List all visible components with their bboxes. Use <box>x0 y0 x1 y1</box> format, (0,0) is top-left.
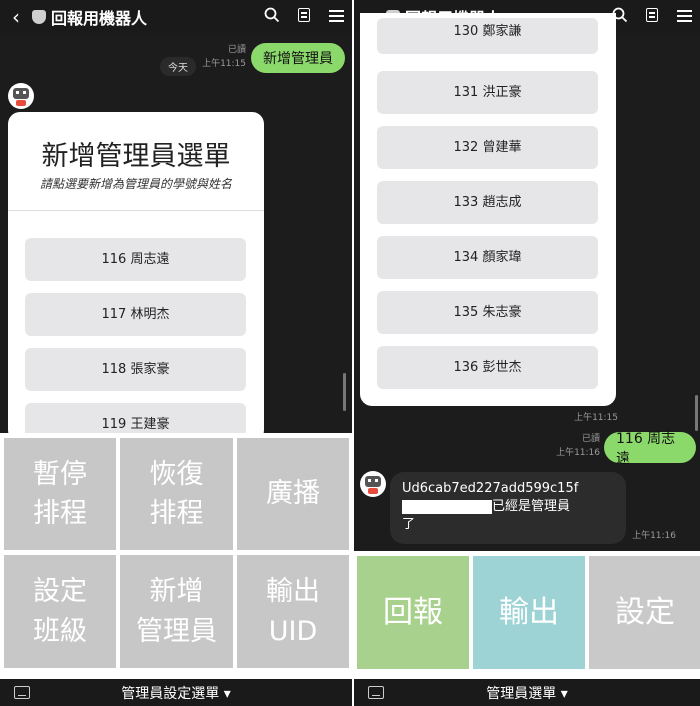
tile-label: 排程 <box>33 498 87 529</box>
tile-label: 廣播 <box>266 478 320 510</box>
bot-avatar[interactable] <box>8 83 34 109</box>
reply-line: 了 <box>402 517 416 532</box>
redacted-name <box>402 499 492 514</box>
resume-schedule-tile[interactable]: 恢復 排程 <box>120 438 233 550</box>
card-time: 上午11:15 <box>574 413 618 423</box>
option-button-partial[interactable]: 130 鄭家謙 <box>377 18 598 54</box>
tile-label: 班級 <box>33 615 87 647</box>
sent-message-bubble: 116 周志遠 <box>604 431 696 467</box>
pause-schedule-tile[interactable]: 暫停 排程 <box>4 438 116 550</box>
reply-line: Ud6cab7ed227add599c15f <box>402 481 579 496</box>
keyboard-icon[interactable] <box>14 686 30 699</box>
option-button[interactable]: 136 彭世杰 <box>377 346 598 389</box>
option-button[interactable]: 118 張家豪 <box>25 348 246 391</box>
reply-time: 上午11:16 <box>632 531 676 541</box>
option-button[interactable]: 131 洪正豪 <box>377 71 598 114</box>
rich-menu: 暫停排程 恢復排程 廣播 設定班級 新增管理員 輸出 UID <box>0 433 352 679</box>
right-screen: ‹ 回報用機器人 130 鄭家謙 131 洪正豪 132 曾建華 133 趙志成… <box>354 0 700 706</box>
report-tile[interactable]: 回報 <box>357 556 469 669</box>
sent-message-text: 新增管理員 <box>263 51 333 67</box>
keyboard-icon[interactable] <box>368 686 384 699</box>
search-icon[interactable] <box>256 7 288 27</box>
read-label: 已讀 <box>581 434 600 444</box>
flex-menu-card: 130 鄭家謙 131 洪正豪 132 曾建華 133 趙志成 134 顏家瑋 … <box>360 13 616 406</box>
reply-line: 已經是管理員 <box>402 498 614 516</box>
chat-scrollbar[interactable] <box>343 373 346 411</box>
sent-time: 上午11:15 <box>202 59 246 69</box>
read-label: 已讀 <box>227 45 246 55</box>
tile-label: 暫停 <box>33 458 87 490</box>
bottom-bar: 管理員設定選單 ▾ <box>0 679 352 706</box>
sent-message-bubble: 新增管理員 <box>251 43 345 73</box>
tile-label: 設定 <box>33 576 87 608</box>
tile-label: 管理員 <box>136 615 217 647</box>
option-button[interactable]: 117 林明杰 <box>25 293 246 336</box>
rich-menu: 回報 輸出 設定 <box>354 551 700 679</box>
tile-label: UID <box>268 615 318 647</box>
chat-scrollbar[interactable] <box>695 395 698 431</box>
document-icon[interactable] <box>288 7 320 26</box>
add-admin-tile[interactable]: 新增 管理員 <box>120 555 233 668</box>
broadcast-tile[interactable]: 廣播 <box>237 438 349 550</box>
option-button[interactable]: 116 周志遠 <box>25 238 246 281</box>
bot-reply-bubble: Ud6cab7ed227add599c15f 已經是管理員 了 <box>390 472 626 544</box>
date-chip: 今天 <box>160 57 196 76</box>
sent-message-text: 116 周志遠 <box>616 430 676 467</box>
hamburger-menu-icon[interactable] <box>320 7 352 26</box>
settings-tile[interactable]: 設定 <box>589 556 700 669</box>
shield-icon <box>32 9 46 24</box>
set-class-tile[interactable]: 設定 班級 <box>4 555 116 668</box>
rich-menu-toggle[interactable]: 管理員選單 ▾ <box>354 683 700 703</box>
rich-menu-toggle[interactable]: 管理員設定選單 ▾ <box>0 683 352 703</box>
document-icon[interactable] <box>636 7 668 26</box>
tile-label: 排程 <box>149 498 204 529</box>
export-tile[interactable]: 輸出 <box>473 556 585 669</box>
flex-menu-card: 新增管理員選單 請點選要新增為管理員的學號與姓名 116 周志遠 117 林明杰… <box>8 112 264 442</box>
bottom-bar: 管理員選單 ▾ <box>354 679 700 706</box>
left-screen: ‹ 回報用機器人 新增管理員 已讀 上午11:15 今天 新增管理員選單 請點選… <box>0 0 352 706</box>
read-receipt: 已讀 上午11:16 <box>546 432 600 460</box>
card-subtitle: 請點選要新增為管理員的學號與姓名 <box>39 177 232 191</box>
tile-label: 輸出 <box>266 576 320 608</box>
option-button[interactable]: 133 趙志成 <box>377 181 598 224</box>
header: ‹ 回報用機器人 <box>0 0 352 33</box>
hamburger-menu-icon[interactable] <box>668 7 700 26</box>
card-divider <box>8 210 264 211</box>
sent-time: 上午11:16 <box>556 448 600 458</box>
option-button[interactable]: 134 顏家瑋 <box>377 236 598 279</box>
chevron-left-icon[interactable]: ‹ <box>0 5 28 29</box>
card-title: 新增管理員選單 <box>41 141 231 172</box>
chat-title: 回報用機器人 <box>51 8 148 28</box>
bot-avatar[interactable] <box>360 471 386 497</box>
export-uid-tile[interactable]: 輸出 UID <box>237 555 349 668</box>
tile-label: 新增 <box>149 576 204 608</box>
reply-text: 已經是管理員 <box>492 499 571 514</box>
read-receipt: 已讀 上午11:15 <box>196 43 246 71</box>
option-button[interactable]: 135 朱志豪 <box>377 291 598 334</box>
option-button[interactable]: 132 曾建華 <box>377 126 598 169</box>
tile-label: 恢復 <box>149 458 204 490</box>
